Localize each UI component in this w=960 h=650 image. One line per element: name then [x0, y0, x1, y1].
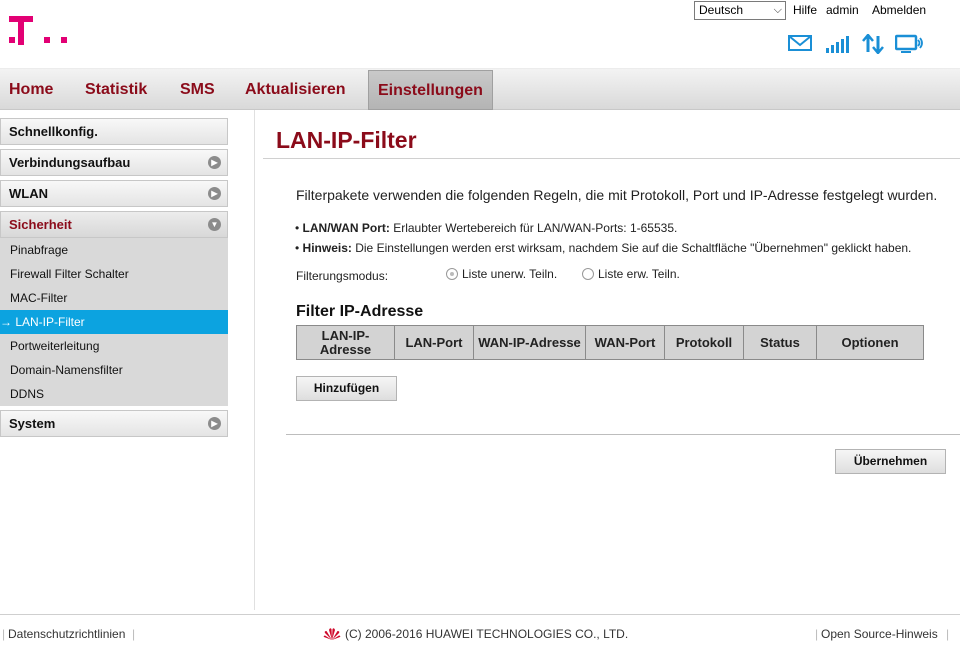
footer-separator: | [2, 627, 6, 641]
sidebar-subitem-domain-namensfilter[interactable]: Domain-Namensfilter [0, 358, 228, 382]
sidebar-item-verbindungsaufbau[interactable]: Verbindungsaufbau ▶ [0, 149, 228, 176]
sidebar-item-label: Verbindungsaufbau [9, 155, 131, 170]
language-select[interactable]: Deutsch ⌵ [694, 1, 786, 20]
sidebar-item-schnellkonfig[interactable]: Schnellkonfig. [0, 118, 228, 145]
page-title: LAN-IP-Filter [276, 127, 417, 153]
nav-home[interactable]: Home [0, 69, 62, 110]
sidebar-item-label: System [9, 416, 56, 431]
col-header-wan-port: WAN-Port [585, 325, 665, 360]
filter-mode-blacklist-radio[interactable]: Liste unerw. Teiln. [446, 267, 557, 281]
footer: | Datenschutzrichtlinien | (C) 2006-2016… [0, 614, 960, 650]
title-divider [263, 158, 960, 159]
col-header-lan-port: LAN-Port [394, 325, 474, 360]
radio-label: Liste unerw. Teiln. [462, 267, 558, 281]
monitor-wifi-icon [895, 34, 923, 53]
info-bullet-hint: • Hinweis: Die Einstellungen werden erst… [295, 241, 912, 255]
sidebar-item-wlan[interactable]: WLAN ▶ [0, 180, 228, 207]
filter-mode-label: Filterungsmodus: [296, 269, 389, 283]
nav-sms[interactable]: SMS [171, 69, 224, 110]
filter-mode-whitelist-radio[interactable]: Liste erw. Teiln. [582, 267, 680, 281]
sidebar-item-system[interactable]: System ▶ [0, 410, 228, 437]
sicherheit-submenu: Pinabfrage Firewall Filter Schalter MAC-… [0, 238, 228, 406]
expand-arrow-icon: ▶ [208, 187, 221, 200]
language-select-value: Deutsch [699, 3, 744, 17]
open-source-link[interactable]: Open Source-Hinweis [821, 627, 938, 641]
col-header-wan-ip: WAN-IP-Adresse [473, 325, 586, 360]
collapse-arrow-icon: ▼ [208, 218, 221, 231]
main-navigation: Home Statistik SMS Aktualisieren Einstel… [0, 68, 960, 110]
filter-table: LAN-IP-Adresse LAN-Port WAN-IP-Adresse W… [296, 325, 924, 360]
logo-dot [44, 37, 50, 43]
sidebar-item-label: Schnellkonfig. [9, 124, 98, 139]
nav-einstellungen[interactable]: Einstellungen [368, 70, 493, 110]
radio-selected-icon [446, 268, 458, 280]
bottom-divider [286, 434, 960, 435]
logo-t-stem [18, 16, 24, 45]
privacy-link[interactable]: Datenschutzrichtlinien [8, 627, 125, 641]
admin-link[interactable]: admin [826, 3, 859, 17]
radio-label: Liste erw. Teiln. [598, 267, 680, 281]
logout-link[interactable]: Abmelden [872, 3, 926, 17]
chevron-down-icon: ⌵ [773, 4, 782, 16]
header: Deutsch ⌵ Hilfe admin Abmelden [0, 0, 960, 68]
main-content: LAN-IP-Filter Filterpakete verwenden die… [254, 110, 960, 610]
intro-text: Filterpakete verwenden die folgenden Reg… [296, 187, 938, 203]
logo-dot [9, 37, 15, 43]
bullet-text: Erlaubter Wertebereich für LAN/WAN-Ports… [389, 221, 678, 235]
expand-arrow-icon: ▶ [208, 156, 221, 169]
signal-strength-icon [826, 36, 849, 53]
sidebar-subitem-ddns[interactable]: DDNS [0, 382, 228, 406]
sidebar-subitem-lan-ip-filter[interactable]: → LAN-IP-Filter [0, 310, 228, 334]
footer-separator: | [132, 627, 136, 641]
sidebar: Schnellkonfig. Verbindungsaufbau ▶ WLAN … [0, 110, 254, 610]
sidebar-subitem-firewall-filter[interactable]: Firewall Filter Schalter [0, 262, 228, 286]
expand-arrow-icon: ▶ [208, 417, 221, 430]
sidebar-item-label: WLAN [9, 186, 48, 201]
col-header-protokoll: Protokoll [664, 325, 744, 360]
mail-icon[interactable] [788, 34, 812, 52]
bullet-label: LAN/WAN Port: [302, 221, 390, 235]
sidebar-subitem-portweiterleitung[interactable]: Portweiterleitung [0, 334, 228, 358]
footer-separator: | [946, 627, 950, 641]
help-link[interactable]: Hilfe [793, 3, 817, 17]
telekom-logo[interactable] [9, 16, 79, 50]
bullet-label: Hinweis: [302, 241, 352, 255]
copyright-text: (C) 2006-2016 HUAWEI TECHNOLOGIES CO., L… [345, 627, 629, 641]
col-header-optionen: Optionen [816, 325, 924, 360]
sidebar-subitem-pinabfrage[interactable]: Pinabfrage [0, 238, 228, 262]
footer-separator: | [815, 627, 819, 641]
sidebar-item-label: Sicherheit [9, 217, 72, 232]
add-button[interactable]: Hinzufügen [296, 376, 397, 401]
huawei-logo-icon [323, 628, 341, 640]
info-bullet-port: • LAN/WAN Port: Erlaubter Wertebereich f… [295, 221, 678, 235]
sidebar-subitem-mac-filter[interactable]: MAC-Filter [0, 286, 228, 310]
col-header-lan-ip: LAN-IP-Adresse [296, 325, 395, 360]
radio-unselected-icon [582, 268, 594, 280]
apply-button[interactable]: Übernehmen [835, 449, 946, 474]
bullet-text: Die Einstellungen werden erst wirksam, n… [351, 241, 912, 255]
logo-dot [61, 37, 67, 43]
nav-aktualisieren[interactable]: Aktualisieren [236, 69, 354, 110]
table-header-row: LAN-IP-Adresse LAN-Port WAN-IP-Adresse W… [296, 325, 924, 360]
data-transfer-icon [862, 34, 884, 54]
nav-statistik[interactable]: Statistik [76, 69, 156, 110]
col-header-status: Status [743, 325, 817, 360]
sidebar-item-sicherheit[interactable]: Sicherheit ▼ [0, 211, 228, 238]
filter-section-title: Filter IP-Adresse [296, 303, 424, 320]
